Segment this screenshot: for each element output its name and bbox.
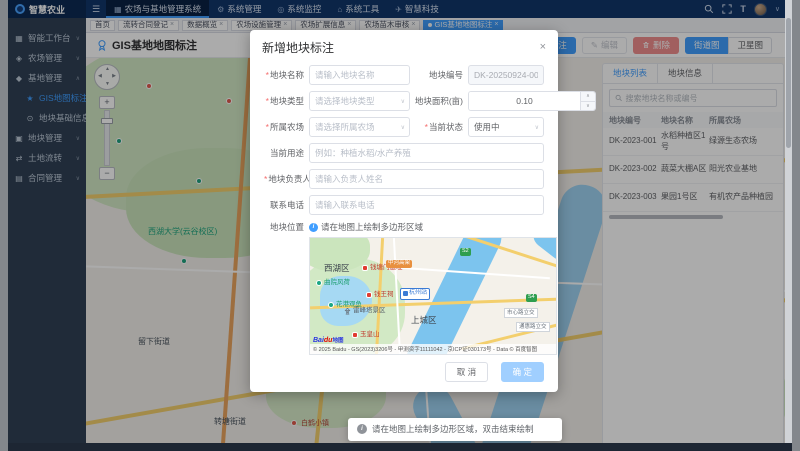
dialog-title: 新增地块标注	[262, 39, 334, 56]
dialog-minimap[interactable]: 西湖区 上城区 杭州站 雷峰塔景区 钱塘门遗址 钱王祠 玉皇山 曲院风荷 花港观…	[309, 237, 557, 355]
poi-marker	[316, 280, 322, 286]
plot-code-input	[468, 65, 544, 85]
field-label: 当前用途	[264, 147, 309, 159]
step-up-icon[interactable]: ∧	[581, 92, 595, 102]
field-label: 地块面积(亩)	[410, 95, 468, 107]
train-station-label: 杭州站	[400, 288, 430, 300]
add-plot-dialog: 新增地块标注 × *地块名称 地块编号 *地块类型 请选择地块类型∨ 地块面积(…	[250, 30, 558, 392]
field-label: *当前状态	[410, 121, 468, 133]
field-label: *地块名称	[264, 69, 309, 81]
scrollbar[interactable]	[785, 0, 792, 443]
plot-area-stepper: ∧∨	[468, 91, 596, 111]
app-window: 智慧农业 ☰ ▦ 农场与基地管理系统 ⚙ 系统管理 ◎ 系统监控 ⌂ 系统工具 …	[8, 0, 792, 443]
scrollbar-thumb[interactable]	[786, 18, 791, 148]
close-icon[interactable]: ×	[540, 42, 546, 53]
map-copyright: © 2025 Baidu - GS(2023)3206号 - 甲测资字11111…	[310, 344, 556, 354]
window-bottom-edge	[8, 443, 792, 451]
field-label: 地块编号	[410, 69, 468, 81]
dialog-footer: 取 消 确 定	[250, 355, 558, 392]
status-select[interactable]: 使用中∨	[468, 117, 544, 137]
info-icon: i	[309, 223, 318, 232]
draw-hint: i请在地图上绘制多边形区域	[309, 221, 423, 233]
road-badge: 中河高架	[386, 260, 412, 268]
step-down-icon[interactable]: ∨	[581, 102, 595, 111]
draw-hint-toast: i 请在地图上绘制多边形区域，双击结束绘制	[348, 418, 562, 441]
poi-label: 曲院风荷	[316, 280, 350, 287]
plot-type-select[interactable]: 请选择地块类型∨	[309, 91, 410, 111]
poi-marker	[362, 265, 368, 271]
rail-icon	[403, 291, 408, 296]
pagoda-icon	[344, 308, 351, 315]
baidu-logo: Baidu地图	[313, 336, 343, 344]
chevron-down-icon: ∨	[401, 98, 405, 105]
road-badge: S2	[460, 248, 471, 256]
road-callout: 市心路立交	[504, 308, 538, 318]
chevron-down-icon: ∨	[401, 124, 405, 131]
phone-input[interactable]	[309, 195, 544, 215]
dialog-body: *地块名称 地块编号 *地块类型 请选择地块类型∨ 地块面积(亩) ∧∨ *所属…	[250, 61, 558, 355]
owner-input[interactable]	[309, 169, 544, 189]
plot-area-input[interactable]	[469, 92, 580, 110]
info-icon: i	[357, 424, 367, 434]
district-label: 上城区	[411, 314, 437, 326]
field-label: *所属农场	[264, 121, 309, 133]
poi-marker	[328, 302, 334, 308]
field-label: 地块位置	[264, 221, 309, 233]
cancel-button[interactable]: 取 消	[445, 362, 488, 382]
dialog-header: 新增地块标注 ×	[250, 30, 558, 61]
plot-name-input[interactable]	[309, 65, 410, 85]
farm-select[interactable]: 请选择所属农场∨	[309, 117, 410, 137]
district-label: 西湖区	[324, 262, 350, 274]
field-label: 联系电话	[264, 199, 309, 211]
road-callout: 通惠路立交	[516, 322, 550, 332]
poi-marker	[352, 332, 358, 338]
confirm-button[interactable]: 确 定	[501, 362, 544, 382]
field-label: *地块类型	[264, 95, 309, 107]
usage-input[interactable]	[309, 143, 544, 163]
road-badge: S4	[526, 294, 537, 302]
poi-label: 玉皇山	[352, 332, 380, 339]
poi-label: 花港观鱼	[328, 302, 362, 309]
poi-label: 钱王祠	[366, 292, 394, 299]
poi-marker	[366, 292, 372, 298]
chevron-down-icon: ∨	[535, 124, 539, 131]
field-label: *地块负责人	[264, 173, 309, 185]
poi-label: 雷峰塔景区	[344, 308, 386, 315]
